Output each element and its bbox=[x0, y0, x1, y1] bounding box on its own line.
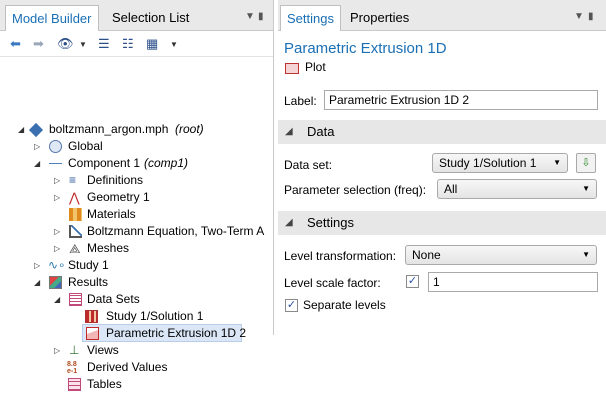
node-title: Parametric Extrusion 1D bbox=[284, 40, 447, 57]
tree-item-suffix: (comp1) bbox=[144, 156, 189, 170]
left-toolbar: ⬅ ➡ 👁 ▼ ☰ ☷ ▦ ▼ bbox=[0, 31, 273, 57]
collapse-icon[interactable]: ◢ bbox=[285, 211, 293, 235]
expand-icon[interactable]: ▷ bbox=[54, 172, 64, 189]
param-selection-label: Parameter selection (freq): bbox=[284, 183, 427, 197]
solution-icon bbox=[85, 310, 98, 323]
settings-panel: Settings Properties ▼ ▮ Parametric Extru… bbox=[278, 0, 606, 335]
collapse-icon[interactable]: ◢ bbox=[54, 291, 64, 308]
go-to-source-icon[interactable]: ⇩ bbox=[576, 153, 596, 173]
tree-item-label: Meshes bbox=[87, 241, 130, 255]
expand-all-icon[interactable]: ☰ bbox=[98, 36, 110, 52]
plot-icon[interactable] bbox=[285, 63, 299, 74]
tree-item-label: Materials bbox=[87, 207, 136, 221]
materials-icon bbox=[69, 208, 82, 221]
physics-icon bbox=[69, 225, 82, 238]
study-icon: ∿∘ bbox=[48, 258, 66, 272]
tree-item-label: Views bbox=[87, 343, 119, 357]
tree-item-label: Study 1/Solution 1 bbox=[106, 309, 204, 323]
mesh-icon: ⟁ bbox=[69, 241, 81, 256]
data-set-value: Study 1/Solution 1 bbox=[439, 156, 537, 170]
pin-icon[interactable]: ▮ bbox=[588, 11, 594, 22]
component-icon bbox=[49, 163, 62, 164]
settings-section-header[interactable]: ◢ Settings bbox=[278, 211, 606, 235]
panel-menu-icon[interactable]: ▼ bbox=[245, 11, 255, 22]
left-tab-bar: Model Builder Selection List ▼ ▮ bbox=[0, 0, 273, 31]
forward-arrow-icon[interactable]: ➡ bbox=[33, 36, 44, 52]
expand-icon[interactable]: ▷ bbox=[54, 223, 64, 240]
results-icon bbox=[49, 276, 62, 289]
globe-icon bbox=[49, 140, 62, 153]
param-selection-select[interactable]: All ▼ bbox=[437, 179, 597, 199]
collapse-icon[interactable]: ◢ bbox=[18, 121, 28, 138]
group-icon[interactable]: ▦ bbox=[146, 36, 158, 52]
level-scale-checkbox[interactable]: ✓ bbox=[406, 275, 419, 288]
tab-selection-list[interactable]: Selection List bbox=[106, 5, 195, 31]
level-transformation-select[interactable]: None ▼ bbox=[405, 245, 597, 265]
right-tab-bar: Settings Properties ▼ ▮ bbox=[278, 0, 606, 31]
data-section-header[interactable]: ◢ Data bbox=[278, 120, 606, 144]
tree-item-label: Component 1 bbox=[68, 156, 141, 170]
collapse-icon[interactable]: ◢ bbox=[285, 120, 293, 144]
tree-item-parametric-extrusion[interactable]: Parametric Extrusion 1D 2 bbox=[82, 324, 246, 342]
level-scale-label: Level scale factor: bbox=[284, 276, 381, 290]
label-input[interactable]: Parametric Extrusion 1D 2 bbox=[324, 90, 598, 110]
collapse-icon[interactable]: ◢ bbox=[34, 155, 44, 172]
param-selection-value: All bbox=[444, 182, 458, 196]
tree-item-label: Study 1 bbox=[68, 258, 109, 272]
tab-settings[interactable]: Settings bbox=[280, 5, 341, 31]
tables-icon bbox=[68, 378, 81, 391]
tab-properties[interactable]: Properties bbox=[344, 5, 415, 31]
geometry-icon: ⋀ bbox=[69, 190, 80, 205]
tree-item-label: Results bbox=[68, 275, 109, 289]
definitions-icon: ≡ bbox=[69, 173, 77, 187]
data-set-label: Data set: bbox=[284, 158, 333, 172]
back-arrow-icon[interactable]: ⬅ bbox=[10, 36, 21, 52]
separate-levels-checkbox[interactable]: ✓ bbox=[285, 299, 298, 312]
chevron-down-icon: ▼ bbox=[582, 184, 590, 193]
views-icon: ⊥ bbox=[69, 343, 80, 357]
tree-item-label: Derived Values bbox=[87, 360, 168, 374]
data-set-select[interactable]: Study 1/Solution 1 ▼ bbox=[432, 153, 568, 173]
expand-icon[interactable]: ▷ bbox=[54, 342, 64, 359]
tree-item-label: Geometry 1 bbox=[87, 190, 150, 204]
level-scale-input[interactable]: 1 bbox=[428, 272, 598, 292]
expand-icon[interactable]: ▷ bbox=[54, 240, 64, 257]
group-dropdown-icon[interactable]: ▼ bbox=[170, 40, 178, 49]
tree-item-label: Data Sets bbox=[87, 292, 140, 306]
chevron-down-icon: ▼ bbox=[553, 158, 561, 167]
derived-values-icon: 8.8 e-1 bbox=[67, 361, 78, 375]
collapse-all-icon[interactable]: ☷ bbox=[122, 36, 134, 52]
model-builder-panel: Model Builder Selection List ▼ ▮ ⬅ ➡ 👁 ▼… bbox=[0, 0, 274, 391]
expand-icon[interactable]: ▷ bbox=[34, 138, 44, 155]
panel-menu-icon[interactable]: ▼ bbox=[574, 11, 584, 22]
tree-item-label: boltzmann_argon.mph bbox=[49, 122, 169, 136]
expand-icon[interactable]: ▷ bbox=[54, 189, 64, 206]
tree-item-label: Parametric Extrusion 1D 2 bbox=[106, 326, 247, 340]
expand-icon[interactable]: ▷ bbox=[34, 257, 44, 274]
pin-icon[interactable]: ▮ bbox=[258, 11, 264, 22]
show-dropdown-icon[interactable]: ▼ bbox=[79, 40, 87, 49]
data-sets-icon bbox=[69, 293, 82, 306]
tree-item-label: Global bbox=[68, 139, 103, 153]
show-icon[interactable]: 👁 bbox=[57, 36, 74, 52]
plot-button[interactable]: Plot bbox=[305, 60, 326, 74]
chevron-down-icon: ▼ bbox=[582, 250, 590, 259]
data-section-title: Data bbox=[307, 124, 335, 139]
level-transformation-value: None bbox=[412, 248, 441, 262]
level-transformation-label: Level transformation: bbox=[284, 249, 397, 263]
model-icon bbox=[28, 122, 44, 138]
tree-item-label: Boltzmann Equation, Two-Term A bbox=[87, 224, 265, 238]
tree-item-label: Tables bbox=[87, 377, 122, 391]
collapse-icon[interactable]: ◢ bbox=[34, 274, 44, 291]
tab-model-builder[interactable]: Model Builder bbox=[5, 5, 99, 31]
tree-item-suffix: (root) bbox=[175, 122, 204, 136]
settings-section-title: Settings bbox=[307, 215, 354, 230]
extrusion-icon bbox=[86, 327, 99, 340]
separate-levels-label: Separate levels bbox=[303, 298, 386, 312]
tree-item-label: Definitions bbox=[87, 173, 144, 187]
app-window: Model Builder Selection List ▼ ▮ ⬅ ➡ 👁 ▼… bbox=[0, 0, 606, 391]
label-field-label: Label: bbox=[284, 94, 317, 108]
